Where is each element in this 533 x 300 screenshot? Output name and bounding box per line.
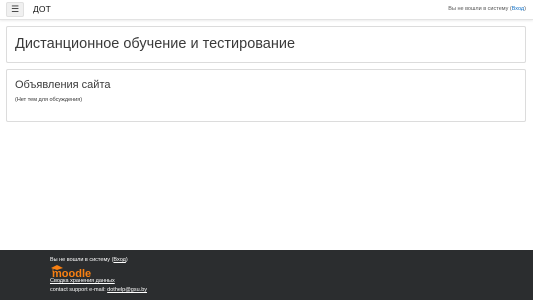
contact-email-link[interactable]: dothelp@gsu.by	[107, 287, 147, 293]
data-retention: Сводка хранения данных	[50, 278, 115, 284]
site-news-card: Объявления сайта (Нет тем для обсуждения…	[6, 69, 526, 122]
site-brand[interactable]: ДОТ	[33, 4, 51, 14]
page-footer: Вы не вошли в систему (Вход) moodle Свод…	[0, 250, 533, 300]
page-title: Дистанционное обучение и тестирование	[15, 36, 296, 52]
moodle-logo[interactable]: moodle	[50, 263, 96, 278]
site-news-title: Объявления сайта	[15, 79, 111, 91]
hamburger-menu-button[interactable]: ☰	[6, 2, 24, 17]
no-topics-text: (Нет тем для обсуждения)	[15, 97, 83, 103]
login-status-suffix: )	[524, 6, 526, 12]
hamburger-icon: ☰	[10, 4, 20, 14]
moodle-logo-text: moodle	[52, 268, 91, 278]
top-navbar: ☰ ДОТ Вы не вошли в систему (Вход)	[0, 0, 533, 20]
data-retention-link[interactable]: Сводка хранения данных	[50, 278, 115, 284]
login-status-text: Вы не вошли в систему (	[448, 6, 512, 12]
footer-login-suffix: )	[125, 257, 128, 263]
contact-support-label: contact support e-mail:	[50, 287, 108, 293]
contact-support: contact support e-mail: dothelp@gsu.by	[50, 287, 147, 293]
login-link[interactable]: Вход	[512, 6, 524, 12]
page-header-card: Дистанционное обучение и тестирование	[6, 26, 526, 63]
login-status: Вы не вошли в систему (Вход)	[448, 6, 526, 12]
footer-login-link[interactable]: Вход	[113, 257, 125, 263]
